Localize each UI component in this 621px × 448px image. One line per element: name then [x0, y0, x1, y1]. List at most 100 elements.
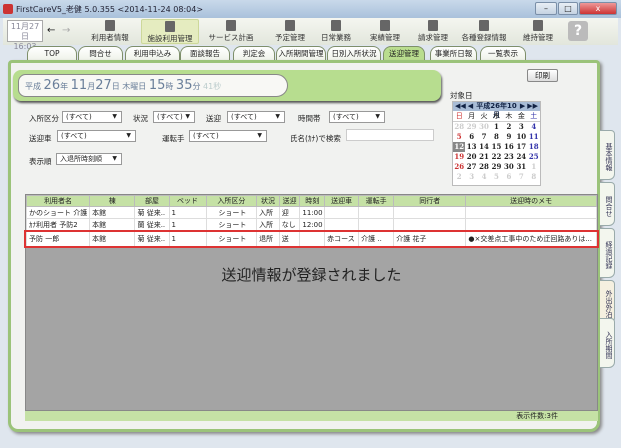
calendar-day[interactable]: 28: [453, 122, 465, 132]
calendar-day[interactable]: 28: [478, 162, 490, 172]
calendar-day[interactable]: 22: [490, 152, 502, 162]
toolbar-facility[interactable]: 施設利用管理: [141, 19, 199, 44]
tab-daily-status[interactable]: 日別入所状況: [327, 46, 381, 61]
car-select[interactable]: (すべて) ▼: [57, 130, 136, 142]
column-header[interactable]: 状況: [256, 195, 280, 207]
tab-inquiry[interactable]: 問合せ: [78, 46, 123, 61]
sougei-select[interactable]: (すべて) ▼: [227, 111, 285, 123]
column-header[interactable]: 棟: [89, 195, 136, 207]
calendar-day[interactable]: 8: [490, 132, 502, 142]
calendar-day[interactable]: 30: [503, 162, 515, 172]
next-year-button[interactable]: ▶▶: [527, 102, 538, 111]
toolbar: 11月27日 16:03 ← → 利用者情報 施設利用管理 サービス計画 予定管理…: [3, 18, 618, 51]
tab-stay-period[interactable]: 入所期間管理: [276, 46, 326, 61]
toolbar-maintenance[interactable]: 維持管理: [513, 19, 563, 44]
calendar-day[interactable]: 11: [528, 132, 540, 142]
minimize-button[interactable]: –: [535, 2, 557, 15]
calendar-day[interactable]: 23: [503, 152, 515, 162]
calendar-day[interactable]: 13: [465, 142, 477, 152]
calendar-day[interactable]: 7: [478, 132, 490, 142]
calendar-day[interactable]: 2: [503, 122, 515, 132]
calendar-day[interactable]: 1: [528, 162, 540, 172]
calendar-day[interactable]: 19: [453, 152, 465, 162]
close-button[interactable]: x: [579, 2, 617, 15]
tab-interview[interactable]: 面談報告: [180, 46, 230, 61]
calendar-day[interactable]: 27: [465, 162, 477, 172]
calendar-day[interactable]: 20: [465, 152, 477, 162]
driver-select[interactable]: (すべて) ▼: [189, 130, 267, 142]
status-select[interactable]: (すべて) ▼: [153, 111, 195, 123]
calendar-day[interactable]: 3: [515, 122, 527, 132]
maximize-button[interactable]: □: [558, 2, 578, 15]
tab-list[interactable]: 一覧表示: [480, 46, 526, 61]
calendar-day[interactable]: 6: [465, 132, 477, 142]
column-header[interactable]: 入所区分: [205, 195, 258, 207]
column-header[interactable]: 運転手: [358, 195, 395, 207]
calendar-day[interactable]: 17: [515, 142, 527, 152]
prev-year-button[interactable]: ◀◀: [455, 102, 466, 111]
calendar-day[interactable]: 31: [515, 162, 527, 172]
prev-month-button[interactable]: ◀: [468, 102, 473, 111]
calendar-day[interactable]: 30: [478, 122, 490, 132]
side-tab-basic-info[interactable]: 基本情報: [600, 130, 615, 180]
column-header[interactable]: 利用者名: [25, 195, 91, 207]
forward-button[interactable]: →: [62, 25, 70, 36]
column-header[interactable]: 送迎車: [324, 195, 360, 207]
table-row[interactable]: かのショート 介護 本館菊 従来.. 1 ショート 入所迎 11:00: [25, 206, 597, 219]
name-search-input[interactable]: [346, 129, 434, 141]
tab-top[interactable]: TOP: [27, 46, 77, 61]
calendar-day[interactable]: 2: [453, 172, 465, 182]
calendar-day[interactable]: 21: [478, 152, 490, 162]
calendar-day[interactable]: 5: [453, 132, 465, 142]
next-month-button[interactable]: ▶: [520, 102, 525, 111]
calendar-day[interactable]: 29: [490, 162, 502, 172]
chevron-down-icon: ▼: [375, 113, 380, 120]
calendar-day[interactable]: 9: [503, 132, 515, 142]
time-select[interactable]: (すべて) ▼: [329, 111, 385, 123]
help-button[interactable]: ?: [568, 21, 588, 41]
side-tab-progress[interactable]: 経過記録: [600, 228, 615, 278]
tab-office-report[interactable]: 事業所日報: [430, 46, 477, 61]
tab-judgement[interactable]: 判定会: [233, 46, 275, 61]
column-header[interactable]: 時刻: [299, 195, 326, 207]
toolbar-user-info[interactable]: 利用者情報: [81, 19, 139, 44]
calendar-day[interactable]: 16: [503, 142, 515, 152]
tab-transport[interactable]: 送迎管理: [383, 46, 425, 61]
year: 26: [43, 78, 61, 93]
calendar-day[interactable]: 24: [515, 152, 527, 162]
toolbar-registration[interactable]: 各種登録情報: [453, 19, 515, 44]
calendar-day[interactable]: 7: [515, 172, 527, 182]
calendar-day[interactable]: 26: [453, 162, 465, 172]
calendar-day[interactable]: 1: [490, 122, 502, 132]
clipboard-icon: [331, 20, 341, 31]
tab-application[interactable]: 利用申込み: [125, 46, 180, 61]
calendar-day[interactable]: 8: [528, 172, 540, 182]
column-header[interactable]: ベッド: [168, 195, 207, 207]
calendar[interactable]: ◀◀ ◀ ▶▶ ▶ 平成26年10月 日月火水木金土 28 29 30 1 2 3 4 5 6 7 8…: [452, 101, 541, 186]
calendar-day[interactable]: 10: [515, 132, 527, 142]
calendar-day[interactable]: 4: [478, 172, 490, 182]
calendar-day[interactable]: 12: [453, 141, 466, 152]
table-cell: 1: [168, 218, 207, 231]
calendar-day[interactable]: 14: [478, 142, 490, 152]
table-row[interactable]: ｶﾅ利用者 予防2 本館蘭 従来.. 1 ショート 入所 なし 12:00: [25, 218, 597, 231]
nyusho-select[interactable]: (すべて) ▼: [62, 111, 122, 123]
column-header[interactable]: 同行者: [393, 195, 467, 207]
column-header[interactable]: 送迎時のメモ: [465, 195, 597, 207]
column-header[interactable]: 送迎: [278, 195, 301, 207]
calendar-day[interactable]: 6: [503, 172, 515, 182]
side-tab-stay-period[interactable]: 入所期間: [600, 318, 615, 368]
column-header[interactable]: 部屋: [134, 195, 170, 207]
print-button[interactable]: 印刷: [527, 69, 558, 82]
calendar-day[interactable]: 29: [465, 122, 477, 132]
toolbar-service-plan[interactable]: サービス計画: [201, 19, 261, 44]
calendar-day[interactable]: 4: [528, 122, 540, 132]
calendar-day[interactable]: 25: [528, 152, 540, 162]
order-select[interactable]: 入退所時刻順 ▼: [56, 153, 122, 165]
calendar-day[interactable]: 15: [490, 142, 502, 152]
calendar-day[interactable]: 5: [490, 172, 502, 182]
side-tab-inquiry[interactable]: 問合せ: [600, 182, 615, 226]
back-button[interactable]: ←: [47, 25, 55, 36]
calendar-day[interactable]: 3: [465, 172, 477, 182]
calendar-day[interactable]: 18: [528, 142, 540, 152]
